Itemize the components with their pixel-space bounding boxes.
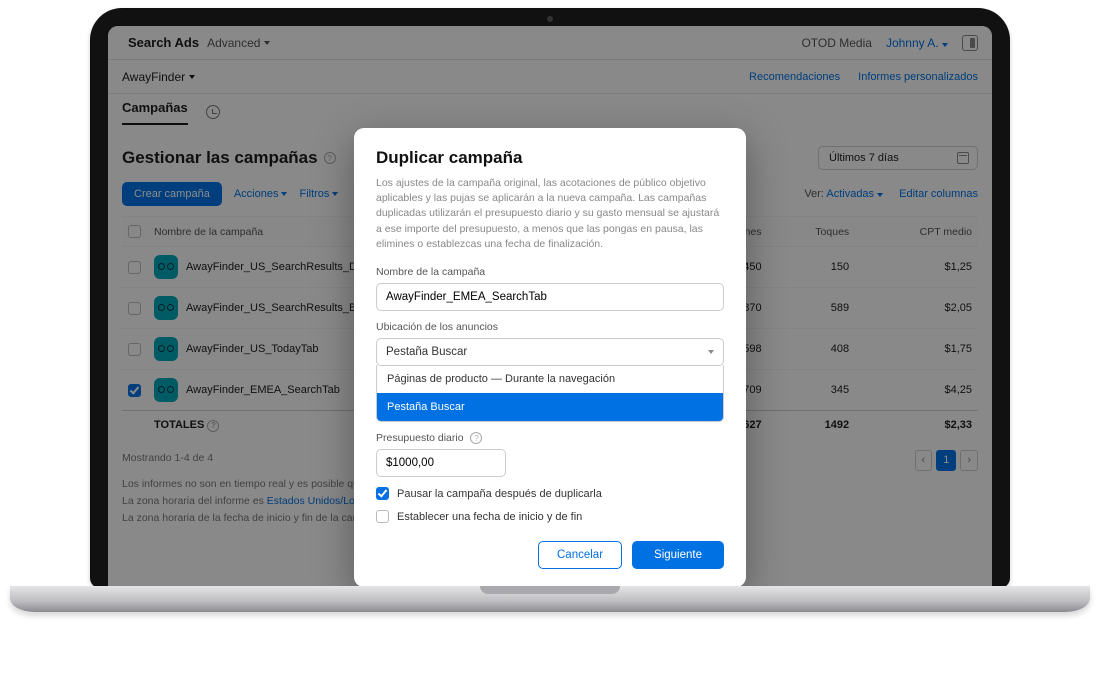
duplicate-campaign-modal: Duplicar campaña Los ajustes de la campa… bbox=[354, 128, 746, 587]
modal-footer: Cancelar Siguiente bbox=[376, 541, 724, 569]
modal-title: Duplicar campaña bbox=[376, 148, 724, 168]
campaign-name-label: Nombre de la campaña bbox=[376, 266, 724, 278]
cancel-button[interactable]: Cancelar bbox=[538, 541, 622, 569]
help-icon[interactable]: ? bbox=[470, 432, 482, 444]
daily-budget-input[interactable] bbox=[376, 449, 506, 477]
chevron-down-icon bbox=[708, 350, 714, 354]
daily-budget-label: Presupuesto diario ? bbox=[376, 432, 724, 444]
placement-dropdown: Páginas de producto — Durante la navegac… bbox=[376, 365, 724, 422]
pause-after-duplicate-row[interactable]: Pausar la campaña después de duplicarla bbox=[376, 487, 724, 500]
set-dates-row[interactable]: Establecer una fecha de inicio y de fin bbox=[376, 510, 724, 523]
laptop-base bbox=[10, 586, 1090, 612]
modal-description: Los ajustes de la campaña original, las … bbox=[376, 176, 724, 252]
placement-option-product-pages[interactable]: Páginas de producto — Durante la navegac… bbox=[377, 365, 723, 393]
placement-option-search-tab[interactable]: Pestaña Buscar bbox=[377, 393, 723, 421]
placement-label: Ubicación de los anuncios bbox=[376, 321, 724, 333]
placement-select[interactable]: Pestaña Buscar bbox=[376, 338, 724, 366]
campaign-name-input[interactable] bbox=[376, 283, 724, 311]
set-dates-checkbox[interactable] bbox=[376, 510, 389, 523]
next-button[interactable]: Siguiente bbox=[632, 541, 724, 569]
app-screen: Search Ads Advanced OTOD Media Johnny A.… bbox=[108, 26, 992, 588]
pause-checkbox[interactable] bbox=[376, 487, 389, 500]
